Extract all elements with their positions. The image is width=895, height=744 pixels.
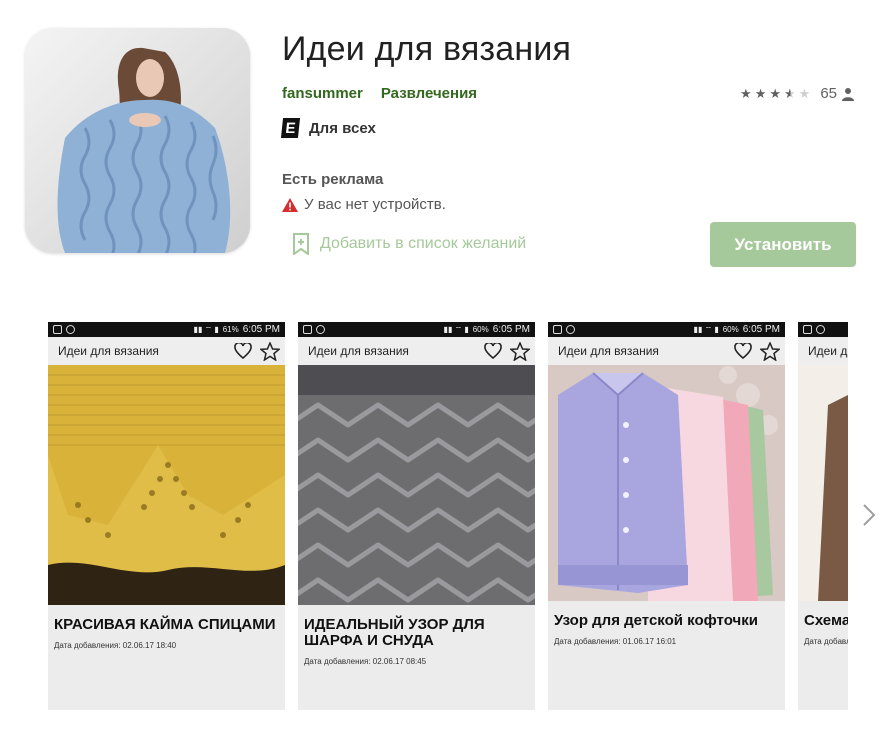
screenshot-item[interactable]: Идеи д Схема Дата добавления — [798, 322, 848, 710]
heart-icon — [734, 343, 752, 359]
star-outline-icon — [510, 341, 530, 361]
wishlist-label: Добавить в список желаний — [320, 235, 527, 252]
device-warning-text: У вас нет устройств. — [304, 196, 446, 213]
phone-status-bar: ▮▮ ⌔ ▮ 60% 6:05 PM — [298, 322, 535, 337]
star-empty-icon: ★ — [798, 85, 811, 101]
screenshot-date: Дата добавления: 02.06.17 08:45 — [304, 657, 427, 666]
wishlist-button[interactable]: Добавить в список желаний — [292, 233, 526, 255]
screenshot-carousel: ▮▮ ⌔ ▮ 61% 6:05 PM Идеи для вязания КРАС… — [48, 322, 848, 710]
phone-app-bar: Идеи для вязания — [48, 337, 285, 365]
heart-icon — [484, 343, 502, 359]
screenshot-item[interactable]: ▮▮ ⌔ ▮ 60% 6:05 PM Идеи для вязания — [298, 322, 535, 710]
phone-app-bar: Идеи для вязания — [298, 337, 535, 365]
phone-status-bar — [798, 322, 848, 337]
category-link[interactable]: Развлечения — [381, 85, 477, 102]
rating-count: 65 — [820, 85, 837, 102]
app-title: Идеи для вязания — [282, 30, 572, 68]
device-warning: У вас нет устройств. — [282, 196, 446, 213]
phone-app-bar: Идеи д — [798, 337, 848, 365]
app-meta: fansummer Развлечения — [282, 85, 477, 102]
chevron-right-icon[interactable] — [858, 502, 880, 528]
knitted-blanket-image — [25, 28, 250, 253]
ads-notice: Есть реклама — [282, 171, 384, 188]
screenshot-caption: ИДЕАЛЬНЫЙ УЗОР ДЛЯ ШАРФА И СНУДА — [304, 616, 485, 649]
bookmark-add-icon — [293, 233, 309, 255]
screenshot-date: Дата добавления: 01.06.17 16:01 — [554, 637, 677, 646]
star-icon: ★ — [754, 85, 767, 101]
developer-link[interactable]: fansummer — [282, 85, 363, 102]
screenshot-caption: Узор для детской кофточки — [554, 612, 758, 629]
install-button[interactable]: Установить — [710, 222, 856, 267]
screenshot-item[interactable]: ▮▮ ⌔ ▮ 61% 6:05 PM Идеи для вязания КРАС… — [48, 322, 285, 710]
rating: ★ ★ ★ ★ ★ 65 — [740, 85, 855, 102]
content-rating: E Для всех — [280, 118, 376, 138]
baby-sweaters-photo — [548, 365, 785, 601]
person-icon — [842, 87, 854, 101]
content-rating-label: Для всех — [309, 119, 376, 137]
screenshot-item[interactable]: ▮▮ ⌔ ▮ 60% 6:05 PM Идеи для вязания — [548, 322, 785, 710]
app-icon — [25, 28, 250, 253]
rating-stars: ★ ★ ★ ★ ★ — [740, 86, 810, 102]
screenshot-caption: КРАСИВАЯ КАЙМА СПИЦАМИ — [54, 616, 276, 633]
partial-photo — [798, 365, 848, 601]
scarf-pattern-photo — [298, 365, 535, 605]
star-half-icon: ★ — [784, 85, 796, 101]
screenshot-date: Дата добавления — [804, 637, 848, 646]
knitted-border-photo — [48, 365, 285, 605]
star-outline-icon — [260, 341, 280, 361]
heart-icon — [234, 343, 252, 359]
warning-icon — [282, 197, 298, 212]
star-icon: ★ — [769, 85, 781, 101]
phone-status-bar: ▮▮ ⌔ ▮ 60% 6:05 PM — [548, 322, 785, 337]
phone-app-bar: Идеи для вязания — [548, 337, 785, 365]
phone-status-bar: ▮▮ ⌔ ▮ 61% 6:05 PM — [48, 322, 285, 337]
star-icon: ★ — [740, 85, 752, 101]
screenshot-date: Дата добавления: 02.06.17 18:40 — [54, 641, 177, 650]
esrb-everyone-icon: E — [280, 118, 301, 138]
star-outline-icon — [760, 341, 780, 361]
screenshot-caption: Схема — [804, 612, 848, 629]
